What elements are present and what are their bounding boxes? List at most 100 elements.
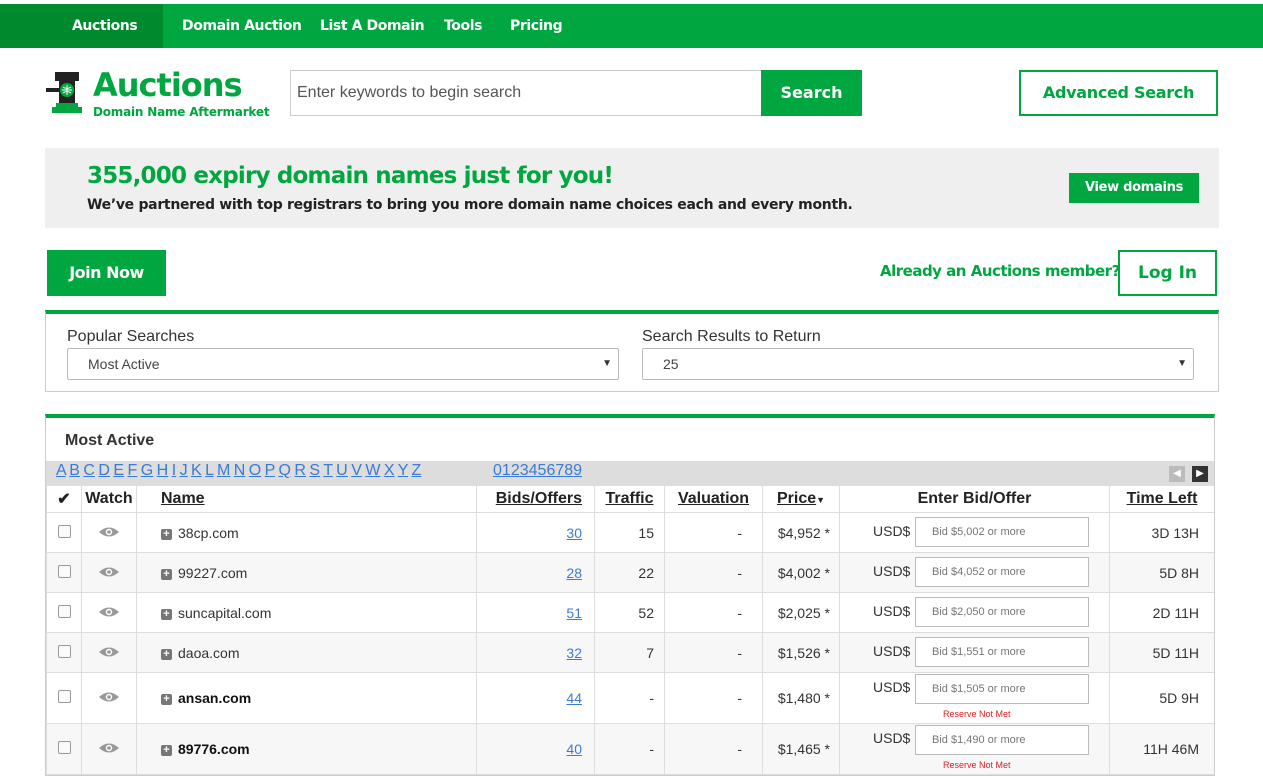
price-value: $4,002 * [762,552,840,593]
bids-link[interactable]: 44 [566,690,582,706]
expand-plus-icon[interactable]: + [161,568,172,580]
digit-link[interactable]: 7 [555,462,564,479]
letter-link[interactable]: Q [278,462,290,479]
advanced-search-button[interactable]: Advanced Search [1019,70,1218,116]
letter-link[interactable]: M [217,462,230,479]
letter-link[interactable]: V [351,462,362,479]
next-page-icon[interactable]: ▶ [1192,466,1208,482]
popular-searches-select[interactable]: Most Active ▼ [67,348,619,380]
letter-link[interactable]: F [128,462,138,479]
expand-plus-icon[interactable]: + [161,608,172,620]
letter-link[interactable]: S [309,462,320,479]
nav-list-a-domain[interactable]: List A Domain [320,4,425,48]
row-checkbox[interactable] [57,524,71,538]
digit-link[interactable]: 9 [573,462,582,479]
prev-page-icon[interactable]: ◀ [1169,466,1185,482]
watch-eye-icon[interactable] [98,565,120,581]
watch-eye-icon[interactable] [98,690,120,706]
digit-link[interactable]: 4 [529,462,538,479]
domain-name[interactable]: 38cp.com [178,525,239,541]
bids-link[interactable]: 40 [566,741,582,757]
bid-input[interactable]: Bid $1,551 or more [915,637,1089,667]
letter-link[interactable]: J [180,462,188,479]
watch-eye-icon[interactable] [98,645,120,661]
bids-link[interactable]: 51 [566,605,582,621]
nav-pricing[interactable]: Pricing [510,4,563,48]
letter-link[interactable]: O [249,462,261,479]
bid-input[interactable]: Bid $1,505 or more [915,674,1089,704]
letter-link[interactable]: X [384,462,395,479]
digit-link[interactable]: 3 [520,462,529,479]
nav-domain-auction[interactable]: Domain Auction [182,4,302,48]
row-checkbox[interactable] [57,690,71,703]
join-now-button[interactable]: Join Now [47,250,166,296]
search-input[interactable] [290,70,762,116]
col-valuation[interactable]: Valuation [664,485,763,513]
col-time-left[interactable]: Time Left [1109,485,1214,513]
digit-link[interactable]: 1 [502,462,511,479]
expand-plus-icon[interactable]: + [161,528,172,540]
watch-eye-icon[interactable] [98,741,120,757]
row-checkbox[interactable] [57,564,71,578]
bid-input[interactable]: Bid $2,050 or more [915,597,1089,627]
letter-link[interactable]: P [265,462,275,479]
domain-name[interactable]: 99227.com [178,565,247,581]
letter-link[interactable]: E [113,462,124,479]
col-price[interactable]: Price▼ [762,485,840,513]
watch-eye-icon[interactable] [98,605,120,621]
row-checkbox[interactable] [57,604,71,618]
letter-link[interactable]: B [69,462,80,479]
row-checkbox[interactable] [57,644,71,658]
col-traffic[interactable]: Traffic [594,485,665,513]
letter-link[interactable]: W [365,462,380,479]
domain-name[interactable]: 89776.com [178,741,250,757]
bid-input[interactable]: Bid $1,490 or more [915,725,1089,755]
digit-link[interactable]: 2 [511,462,520,479]
letter-link[interactable]: I [172,462,176,479]
digit-link[interactable]: 8 [564,462,573,479]
domain-name[interactable]: ansan.com [178,690,251,706]
letter-link[interactable]: Y [398,462,408,479]
view-domains-button[interactable]: View domains [1069,173,1199,203]
letter-link[interactable]: H [157,462,169,479]
letter-link[interactable]: A [56,462,66,479]
bids-link[interactable]: 32 [566,645,582,661]
nav-auctions[interactable]: Auctions [0,4,164,48]
digit-link[interactable]: 0 [493,462,502,479]
letter-link[interactable]: L [205,462,213,479]
popular-searches-label: Popular Searches [67,328,195,345]
letter-link[interactable]: Z [412,462,422,479]
letter-link[interactable]: C [83,462,95,479]
col-name[interactable]: Name [136,485,477,513]
letter-link[interactable]: R [294,462,306,479]
letter-link[interactable]: K [191,462,202,479]
digit-link[interactable]: 6 [546,462,555,479]
traffic-value: - [594,723,665,775]
letter-link[interactable]: N [234,462,246,479]
letter-link[interactable]: G [141,462,153,479]
nav-tools[interactable]: Tools [444,4,482,48]
letter-link[interactable]: D [98,462,110,479]
results-count-select[interactable]: 25 ▼ [642,348,1194,380]
bid-input[interactable]: Bid $5,002 or more [915,517,1089,547]
valuation-value: - [664,592,763,633]
logo-title: Auctions [93,66,243,104]
letter-link[interactable]: T [323,462,332,479]
expand-plus-icon[interactable]: + [161,648,172,660]
expand-plus-icon[interactable]: + [161,745,172,756]
search-button[interactable]: Search [761,70,862,116]
auctions-logo[interactable]: Auctions Domain Name Aftermarket [46,66,286,120]
expand-plus-icon[interactable]: + [161,694,172,705]
row-checkbox[interactable] [57,741,71,754]
select-all-check[interactable]: ✔ [46,485,82,513]
log-in-button[interactable]: Log In [1118,250,1217,296]
domain-name[interactable]: suncapital.com [178,605,271,621]
bids-link[interactable]: 28 [566,565,582,581]
logo-subtitle: Domain Name Aftermarket [93,105,270,119]
letter-link[interactable]: U [336,462,348,479]
watch-eye-icon[interactable] [98,525,120,541]
bids-link[interactable]: 30 [566,525,582,541]
domain-name[interactable]: daoa.com [178,645,239,661]
col-bids[interactable]: Bids/Offers [476,485,595,513]
bid-input[interactable]: Bid $4,052 or more [915,557,1089,587]
